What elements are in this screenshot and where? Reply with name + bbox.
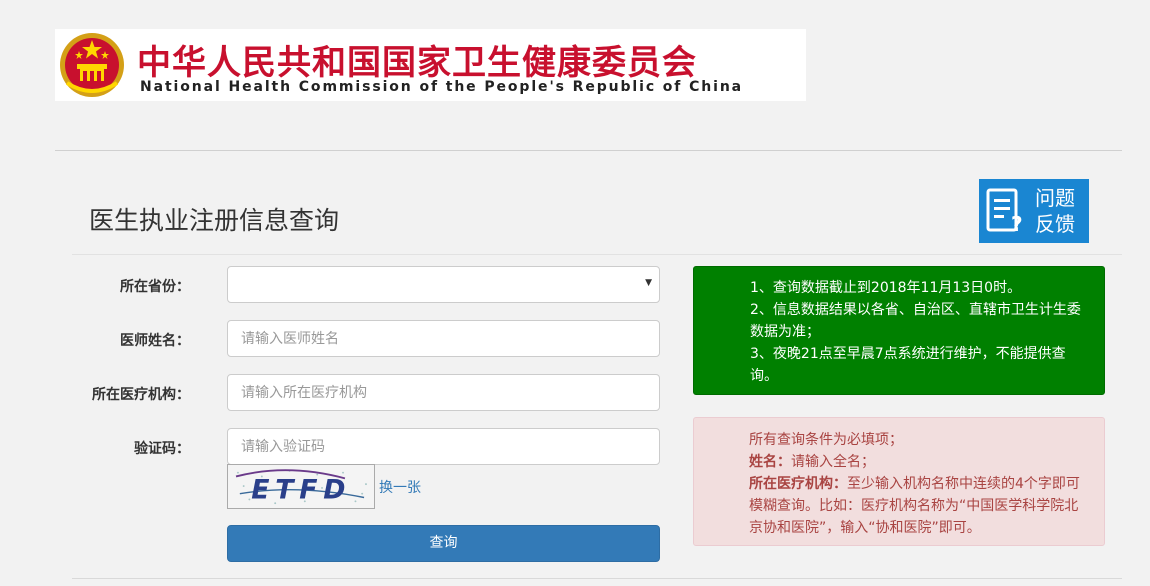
refresh-captcha-link[interactable]: 换一张 — [379, 477, 421, 497]
rules-name-text: 请输入全名； — [791, 454, 875, 470]
name-label: 医师姓名： — [120, 333, 190, 349]
page-title: 医生执业注册信息查询 — [89, 206, 340, 235]
info-line-2: 2、信息数据结果以各省、自治区、直辖市卫生计生委数据为准； — [750, 302, 1081, 340]
divider-heading — [72, 254, 1122, 255]
institution-input[interactable] — [227, 374, 660, 411]
caret-down-icon: ▼ — [645, 278, 652, 288]
rules-line-name: 姓名：请输入全名； — [749, 451, 1088, 473]
feedback-label: 问题 反馈 — [1035, 185, 1075, 237]
info-notice: 1、查询数据截止到2018年11月13日0时。 2、信息数据结果以各省、自治区、… — [693, 266, 1105, 395]
feedback-button[interactable]: ? 问题 反馈 — [979, 179, 1089, 243]
rules-name-key: 姓名： — [749, 454, 791, 470]
header-banner: 中华人民共和国国家卫生健康委员会 National Health Commiss… — [55, 29, 806, 101]
institution-label: 所在医疗机构： — [92, 387, 190, 403]
province-label: 所在省份： — [120, 279, 190, 295]
banner-title-en: National Health Commission of the People… — [140, 79, 744, 95]
feedback-label-line2: 反馈 — [1035, 212, 1075, 236]
query-button[interactable]: 查询 — [227, 525, 660, 562]
rules-inst-key: 所在医疗机构： — [749, 476, 847, 492]
captcha-text: ETFD — [251, 474, 351, 505]
rules-notice: 所有查询条件为必填项； 姓名：请输入全名； 所在医疗机构：至少输入机构名称中连续… — [693, 417, 1105, 546]
divider-top — [55, 150, 1122, 151]
banner-title-cn: 中华人民共和国国家卫生健康委员会 — [137, 43, 697, 83]
captcha-input[interactable] — [227, 428, 660, 465]
rules-line-inst: 所在医疗机构：至少输入机构名称中连续的4个字即可模糊查询。比如：医疗机构名称为“… — [749, 473, 1088, 539]
svg-text:?: ? — [1011, 212, 1023, 235]
captcha-image[interactable]: ETFD — [227, 464, 375, 509]
feedback-document-icon: ? — [986, 188, 1023, 235]
national-emblem-icon — [60, 33, 124, 97]
info-line-3: 3、夜晚21点至早晨7点系统进行维护，不能提供查询。 — [750, 346, 1066, 384]
captcha-label: 验证码： — [134, 441, 190, 457]
doctor-name-input[interactable] — [227, 320, 660, 357]
province-select[interactable]: ▼ — [227, 266, 660, 303]
info-line-1: 1、查询数据截止到2018年11月13日0时。 — [750, 280, 1022, 296]
feedback-label-line1: 问题 — [1035, 186, 1075, 210]
divider-bottom — [72, 578, 1122, 579]
rules-line-1: 所有查询条件为必填项； — [749, 432, 903, 448]
